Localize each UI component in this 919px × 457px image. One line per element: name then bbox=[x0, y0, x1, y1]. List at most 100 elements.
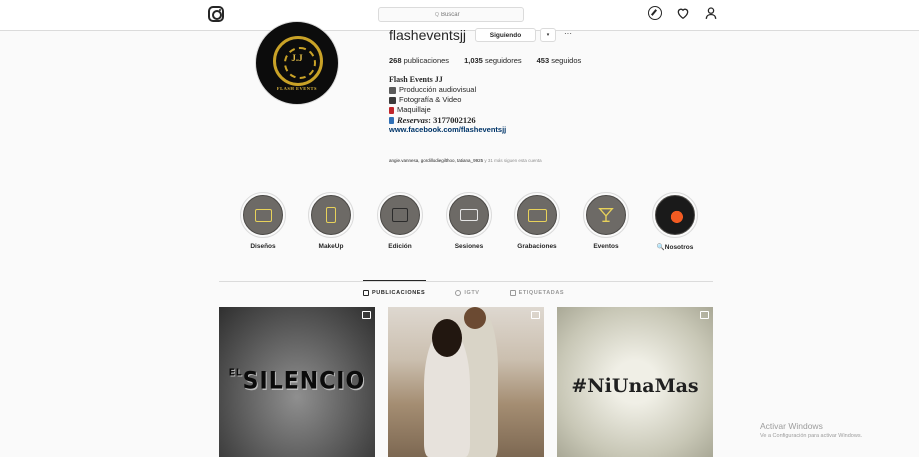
nav-icons bbox=[648, 6, 718, 20]
profile-stats: 268 publicaciones 1,035 seguidores 453 s… bbox=[389, 56, 596, 65]
post-title: #NiUnaMas bbox=[571, 375, 699, 397]
computer-icon bbox=[380, 195, 420, 235]
tab-igtv[interactable]: IGTV bbox=[455, 290, 479, 296]
phone-icon bbox=[389, 116, 394, 124]
bio-line: Maquillaje bbox=[389, 105, 506, 115]
post-title: ELSILENCIO bbox=[219, 368, 375, 396]
tagged-user-icon bbox=[509, 290, 516, 296]
posts-label: publicaciones bbox=[403, 56, 450, 65]
reservas-label: Reservas bbox=[397, 115, 429, 125]
story-highlights: Diseños MakeUp Edición Sesiones Grabacio… bbox=[239, 192, 709, 256]
highlight-ring bbox=[583, 192, 629, 238]
profile-username: flasheventsjj bbox=[389, 27, 467, 43]
windows-activation-watermark: Activar Windows Ve a Configuración para … bbox=[760, 421, 862, 439]
activity-heart-icon[interactable] bbox=[676, 6, 690, 20]
highlight-ring bbox=[377, 192, 423, 238]
instagram-logo-icon[interactable] bbox=[208, 6, 224, 22]
suggestions-dropdown-button[interactable]: ▾ bbox=[540, 28, 556, 42]
post-title-prefix: EL bbox=[228, 367, 243, 379]
camera-icon bbox=[389, 96, 396, 104]
highlight-label: Edición bbox=[388, 243, 412, 250]
active-tab-indicator bbox=[363, 280, 426, 281]
watermark-title: Activar Windows bbox=[760, 421, 823, 431]
tab-label: PUBLICACIONES bbox=[372, 290, 426, 296]
following-button[interactable]: Siguiendo bbox=[475, 28, 536, 42]
reservas-number: : 3177002126 bbox=[428, 115, 476, 125]
tab-label: IGTV bbox=[464, 290, 480, 296]
followers-label: seguidores bbox=[484, 56, 522, 65]
photo-cover-icon bbox=[655, 195, 695, 235]
tab-publicaciones[interactable]: PUBLICACIONES bbox=[363, 290, 425, 296]
bio-line-3: Maquillaje bbox=[397, 105, 431, 114]
highlight-ring bbox=[240, 192, 286, 238]
profile-avatar[interactable]: J.J FLASH EVENTS bbox=[255, 21, 339, 105]
bio-website-link[interactable]: www.facebook.com/flasheventsjj bbox=[389, 125, 506, 135]
followed-by-rest: y 31 más siguen esta cuenta bbox=[483, 158, 542, 163]
laptop-heart-icon bbox=[243, 195, 283, 235]
highlight-ring bbox=[446, 192, 492, 238]
more-options-icon[interactable]: ··· bbox=[564, 29, 572, 38]
search-box[interactable]: Q bbox=[378, 7, 524, 22]
tabs-divider bbox=[219, 281, 713, 282]
highlight-ring bbox=[308, 192, 354, 238]
clapperboard-icon bbox=[389, 86, 396, 94]
posts-stat: 268 publicaciones bbox=[389, 56, 449, 65]
profile-user-icon[interactable] bbox=[704, 6, 718, 20]
instagram-profile-page: Q J.J FLASH EVENTS flasheventsjj Siguien… bbox=[0, 0, 919, 457]
highlight-sesiones[interactable]: Sesiones bbox=[439, 192, 499, 250]
video-icon bbox=[362, 311, 371, 319]
highlight-grabaciones[interactable]: Grabaciones bbox=[507, 192, 567, 250]
search-icon: Q bbox=[435, 11, 439, 18]
followed-by-names: angie.vannesa, gordillodiegilthoo, tatia… bbox=[389, 158, 484, 163]
bio-line: Producción audiovisual bbox=[389, 85, 506, 95]
bio-reservas-line: Reservas: 3177002126 bbox=[389, 115, 506, 125]
bio-full-name: Flash Events JJ bbox=[389, 75, 443, 84]
profile-bio: Flash Events JJ Producción audiovisual F… bbox=[389, 75, 506, 135]
explore-compass-icon[interactable] bbox=[648, 6, 662, 20]
highlight-disenos[interactable]: Diseños bbox=[233, 192, 293, 250]
video-player-icon bbox=[517, 195, 557, 235]
bio-line-2: Fotografía & Video bbox=[399, 95, 462, 104]
highlight-label: Sesiones bbox=[454, 243, 484, 250]
post-title-main: SILENCIO bbox=[242, 367, 366, 396]
woman-hair bbox=[432, 319, 462, 357]
following-stat[interactable]: 453 seguidos bbox=[537, 56, 582, 65]
post-thumbnail[interactable]: #NiUnaMas bbox=[557, 307, 713, 457]
lipstick-icon bbox=[389, 106, 394, 114]
followers-count: 1,035 bbox=[464, 56, 483, 65]
post-thumbnail[interactable]: ELSILENCIO bbox=[219, 307, 375, 457]
avatar-brand-text: FLASH EVENTS bbox=[276, 86, 318, 91]
highlight-ring bbox=[514, 192, 560, 238]
highlight-label: 🔍Nosotros bbox=[656, 244, 694, 251]
carousel-icon bbox=[531, 311, 540, 319]
highlight-label: Grabaciones bbox=[517, 243, 557, 250]
cocktail-glass-icon bbox=[586, 195, 626, 235]
highlight-label: Eventos bbox=[593, 243, 619, 250]
profile-tabs: PUBLICACIONES IGTV ETIQUETADAS bbox=[363, 290, 564, 296]
carousel-icon bbox=[700, 311, 709, 319]
highlight-makeup[interactable]: MakeUp bbox=[301, 192, 361, 250]
igtv-icon bbox=[455, 290, 462, 296]
posts-count: 268 bbox=[389, 56, 402, 65]
watermark-subtitle: Ve a Configuración para activar Windows. bbox=[760, 433, 863, 439]
highlight-nosotros[interactable]: 🔍Nosotros bbox=[645, 192, 705, 251]
tab-etiquetadas[interactable]: ETIQUETADAS bbox=[509, 290, 565, 296]
camera-icon bbox=[449, 195, 489, 235]
followed-by-text[interactable]: angie.vannesa, gordillodiegilthoo, tatia… bbox=[389, 158, 542, 163]
highlight-ring bbox=[652, 192, 698, 238]
grid-icon bbox=[363, 290, 369, 296]
followers-stat[interactable]: 1,035 seguidores bbox=[464, 56, 522, 65]
following-label: seguidos bbox=[551, 56, 582, 65]
man-head bbox=[464, 307, 486, 329]
avatar-monogram: J.J bbox=[291, 53, 303, 63]
highlight-label: MakeUp bbox=[318, 243, 344, 250]
post-thumbnail[interactable] bbox=[388, 307, 544, 457]
tab-label: ETIQUETADAS bbox=[518, 290, 565, 296]
highlight-edicion[interactable]: Edición bbox=[370, 192, 430, 250]
following-count: 453 bbox=[536, 56, 550, 65]
bio-line-1: Producción audiovisual bbox=[399, 85, 477, 94]
bio-line: Fotografía & Video bbox=[389, 95, 506, 105]
highlight-eventos[interactable]: Eventos bbox=[576, 192, 636, 250]
makeup-brush-icon bbox=[311, 195, 351, 235]
search-input[interactable] bbox=[440, 11, 467, 18]
